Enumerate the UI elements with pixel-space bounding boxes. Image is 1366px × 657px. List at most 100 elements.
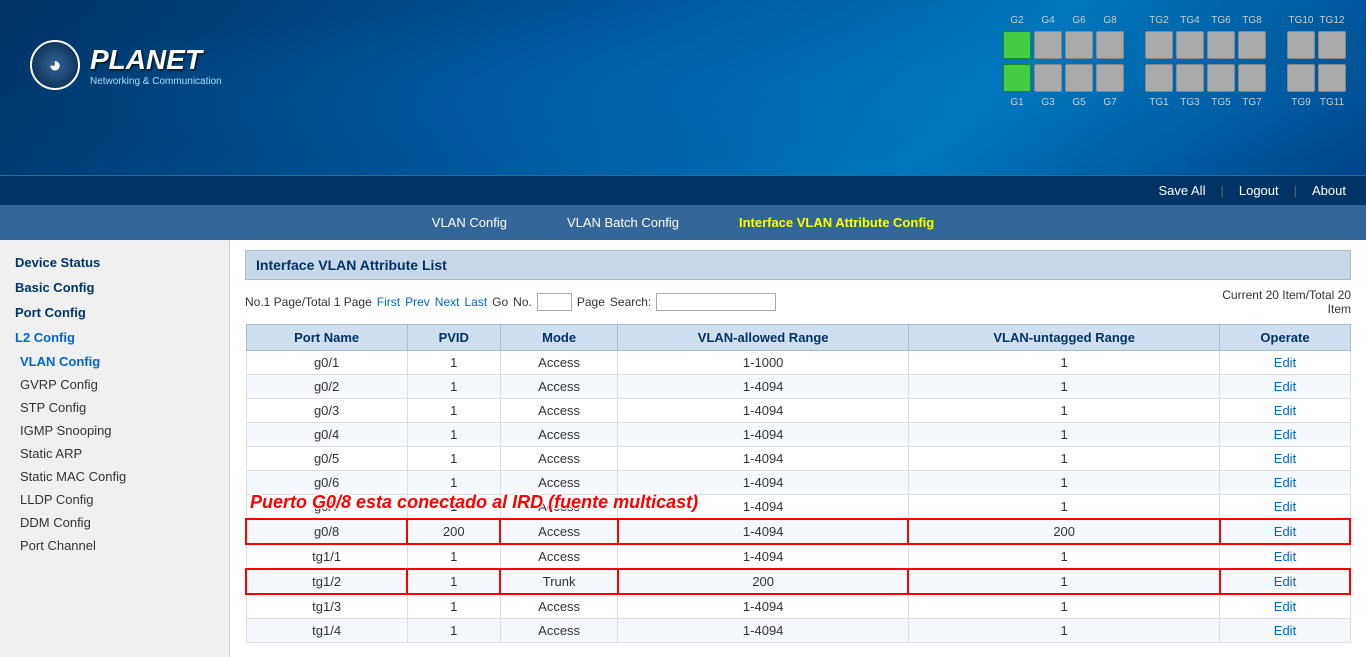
edit-g05[interactable]: Edit xyxy=(1274,451,1296,466)
menu-vlan-batch-config[interactable]: VLAN Batch Config xyxy=(567,215,679,230)
edit-tg12[interactable]: Edit xyxy=(1274,574,1296,589)
edit-g01[interactable]: Edit xyxy=(1274,355,1296,370)
edit-tg13[interactable]: Edit xyxy=(1274,599,1296,614)
port-top-row[interactable] xyxy=(1003,31,1346,59)
port-G7[interactable] xyxy=(1096,64,1124,92)
port-TG12[interactable] xyxy=(1318,31,1346,59)
next-page-link[interactable]: Next xyxy=(435,295,460,309)
current-info: Current 20 Item/Total 20 Item xyxy=(1222,288,1351,316)
port-panel: G2 G4 G6 G8 TG2 TG4 TG6 TG8 TG10 TG12 xyxy=(1003,15,1346,108)
logo-icon: ◕ xyxy=(30,40,80,90)
sidebar-item-static-mac-config[interactable]: Static MAC Config xyxy=(0,465,229,488)
edit-g08[interactable]: Edit xyxy=(1274,524,1296,539)
port-TG2[interactable] xyxy=(1145,31,1173,59)
first-page-link[interactable]: First xyxy=(377,295,400,309)
col-vlan-allowed: VLAN-allowed Range xyxy=(618,325,908,351)
search-label: Search: xyxy=(610,295,651,309)
col-pvid: PVID xyxy=(407,325,500,351)
table-row: g0/6 1 Access 1-4094 1 Edit xyxy=(246,471,1350,495)
top-nav: Save All | Logout | About xyxy=(0,175,1366,205)
port-G2[interactable] xyxy=(1003,31,1031,59)
table-row: tg1/4 1 Access 1-4094 1 Edit xyxy=(246,619,1350,643)
port-TG9[interactable] xyxy=(1287,64,1315,92)
sidebar-item-static-arp[interactable]: Static ARP xyxy=(0,442,229,465)
port-top-labels: G2 G4 G6 G8 TG2 TG4 TG6 TG8 TG10 TG12 xyxy=(1003,15,1346,26)
port-TG10[interactable] xyxy=(1287,31,1315,59)
sidebar-item-igmp-snooping[interactable]: IGMP Snooping xyxy=(0,419,229,442)
col-vlan-untagged: VLAN-untagged Range xyxy=(908,325,1220,351)
port-TG1[interactable] xyxy=(1145,64,1173,92)
table-row-g08: g0/8 200 Access 1-4094 200 Edit xyxy=(246,519,1350,544)
panel-title: Interface VLAN Attribute List xyxy=(245,250,1351,280)
sidebar-item-port-config[interactable]: Port Config xyxy=(0,300,229,325)
sidebar-item-vlan-config[interactable]: VLAN Config xyxy=(0,350,229,373)
brand-name: PLANET xyxy=(90,44,222,76)
sidebar-item-l2-config[interactable]: L2 Config xyxy=(0,325,229,350)
page-label: Page xyxy=(577,295,605,309)
prev-page-link[interactable]: Prev xyxy=(405,295,430,309)
port-TG5[interactable] xyxy=(1207,64,1235,92)
table-wrapper: Puerto G0/8 esta conectado al IRD (fuent… xyxy=(245,324,1351,643)
port-G8[interactable] xyxy=(1096,31,1124,59)
menu-vlan-config[interactable]: VLAN Config xyxy=(432,215,507,230)
sidebar-item-basic-config[interactable]: Basic Config xyxy=(0,275,229,300)
port-G1[interactable] xyxy=(1003,64,1031,92)
page-number-input[interactable] xyxy=(537,293,572,311)
col-port-name: Port Name xyxy=(246,325,407,351)
menu-bar: VLAN Config VLAN Batch Config Interface … xyxy=(0,205,1366,240)
port-bottom-row[interactable] xyxy=(1003,64,1346,92)
table-row: tg1/1 1 Access 1-4094 1 Edit xyxy=(246,544,1350,569)
sidebar-item-gvrp-config[interactable]: GVRP Config xyxy=(0,373,229,396)
brand-tagline: Networking & Communication xyxy=(90,76,222,87)
edit-g06[interactable]: Edit xyxy=(1274,475,1296,490)
header: ◕ PLANET Networking & Communication G2 G… xyxy=(0,0,1366,175)
main-layout: Device Status Basic Config Port Config L… xyxy=(0,240,1366,657)
pagination-bar: No.1 Page/Total 1 Page First Prev Next L… xyxy=(245,288,1351,316)
edit-g07[interactable]: Edit xyxy=(1274,499,1296,514)
table-row: g0/4 1 Access 1-4094 1 Edit xyxy=(246,423,1350,447)
port-bottom-labels: G1 G3 G5 G7 TG1 TG3 TG5 TG7 TG9 TG11 xyxy=(1003,97,1346,108)
table-row: tg1/3 1 Access 1-4094 1 Edit xyxy=(246,594,1350,619)
table-row: g0/7 1 Access 1-4094 1 Edit xyxy=(246,495,1350,520)
table-row-tg12: tg1/2 1 Trunk 200 1 Edit xyxy=(246,569,1350,594)
logout-link[interactable]: Logout xyxy=(1239,183,1279,198)
table-row: g0/2 1 Access 1-4094 1 Edit xyxy=(246,375,1350,399)
port-TG6[interactable] xyxy=(1207,31,1235,59)
edit-g03[interactable]: Edit xyxy=(1274,403,1296,418)
edit-g02[interactable]: Edit xyxy=(1274,379,1296,394)
sidebar-item-port-channel[interactable]: Port Channel xyxy=(0,534,229,557)
sidebar-item-stp-config[interactable]: STP Config xyxy=(0,396,229,419)
col-mode: Mode xyxy=(500,325,618,351)
menu-interface-vlan-attr-config[interactable]: Interface VLAN Attribute Config xyxy=(739,215,934,230)
edit-g04[interactable]: Edit xyxy=(1274,427,1296,442)
sidebar-item-ddm-config[interactable]: DDM Config xyxy=(0,511,229,534)
no-label: No. xyxy=(513,295,532,309)
about-link[interactable]: About xyxy=(1312,183,1346,198)
port-G5[interactable] xyxy=(1065,64,1093,92)
table-row: g0/3 1 Access 1-4094 1 Edit xyxy=(246,399,1350,423)
search-input[interactable] xyxy=(656,293,776,311)
edit-tg14[interactable]: Edit xyxy=(1274,623,1296,638)
table-row: g0/5 1 Access 1-4094 1 Edit xyxy=(246,447,1350,471)
sidebar: Device Status Basic Config Port Config L… xyxy=(0,240,230,657)
sidebar-item-lldp-config[interactable]: LLDP Config xyxy=(0,488,229,511)
port-G4[interactable] xyxy=(1034,31,1062,59)
port-TG7[interactable] xyxy=(1238,64,1266,92)
content-area: Interface VLAN Attribute List No.1 Page/… xyxy=(230,240,1366,657)
port-TG8[interactable] xyxy=(1238,31,1266,59)
port-G3[interactable] xyxy=(1034,64,1062,92)
table-row: g0/1 1 Access 1-1000 1 Edit xyxy=(246,351,1350,375)
port-TG4[interactable] xyxy=(1176,31,1204,59)
logo: ◕ PLANET Networking & Communication xyxy=(30,40,222,90)
vlan-attribute-table: Port Name PVID Mode VLAN-allowed Range V… xyxy=(245,324,1351,643)
last-page-link[interactable]: Last xyxy=(464,295,487,309)
col-operate: Operate xyxy=(1220,325,1350,351)
port-TG11[interactable] xyxy=(1318,64,1346,92)
port-G6[interactable] xyxy=(1065,31,1093,59)
port-TG3[interactable] xyxy=(1176,64,1204,92)
logo-text: PLANET Networking & Communication xyxy=(90,44,222,87)
edit-tg11[interactable]: Edit xyxy=(1274,549,1296,564)
save-all-link[interactable]: Save All xyxy=(1158,183,1205,198)
sidebar-item-device-status[interactable]: Device Status xyxy=(0,250,229,275)
page-info: No.1 Page/Total 1 Page xyxy=(245,295,372,309)
